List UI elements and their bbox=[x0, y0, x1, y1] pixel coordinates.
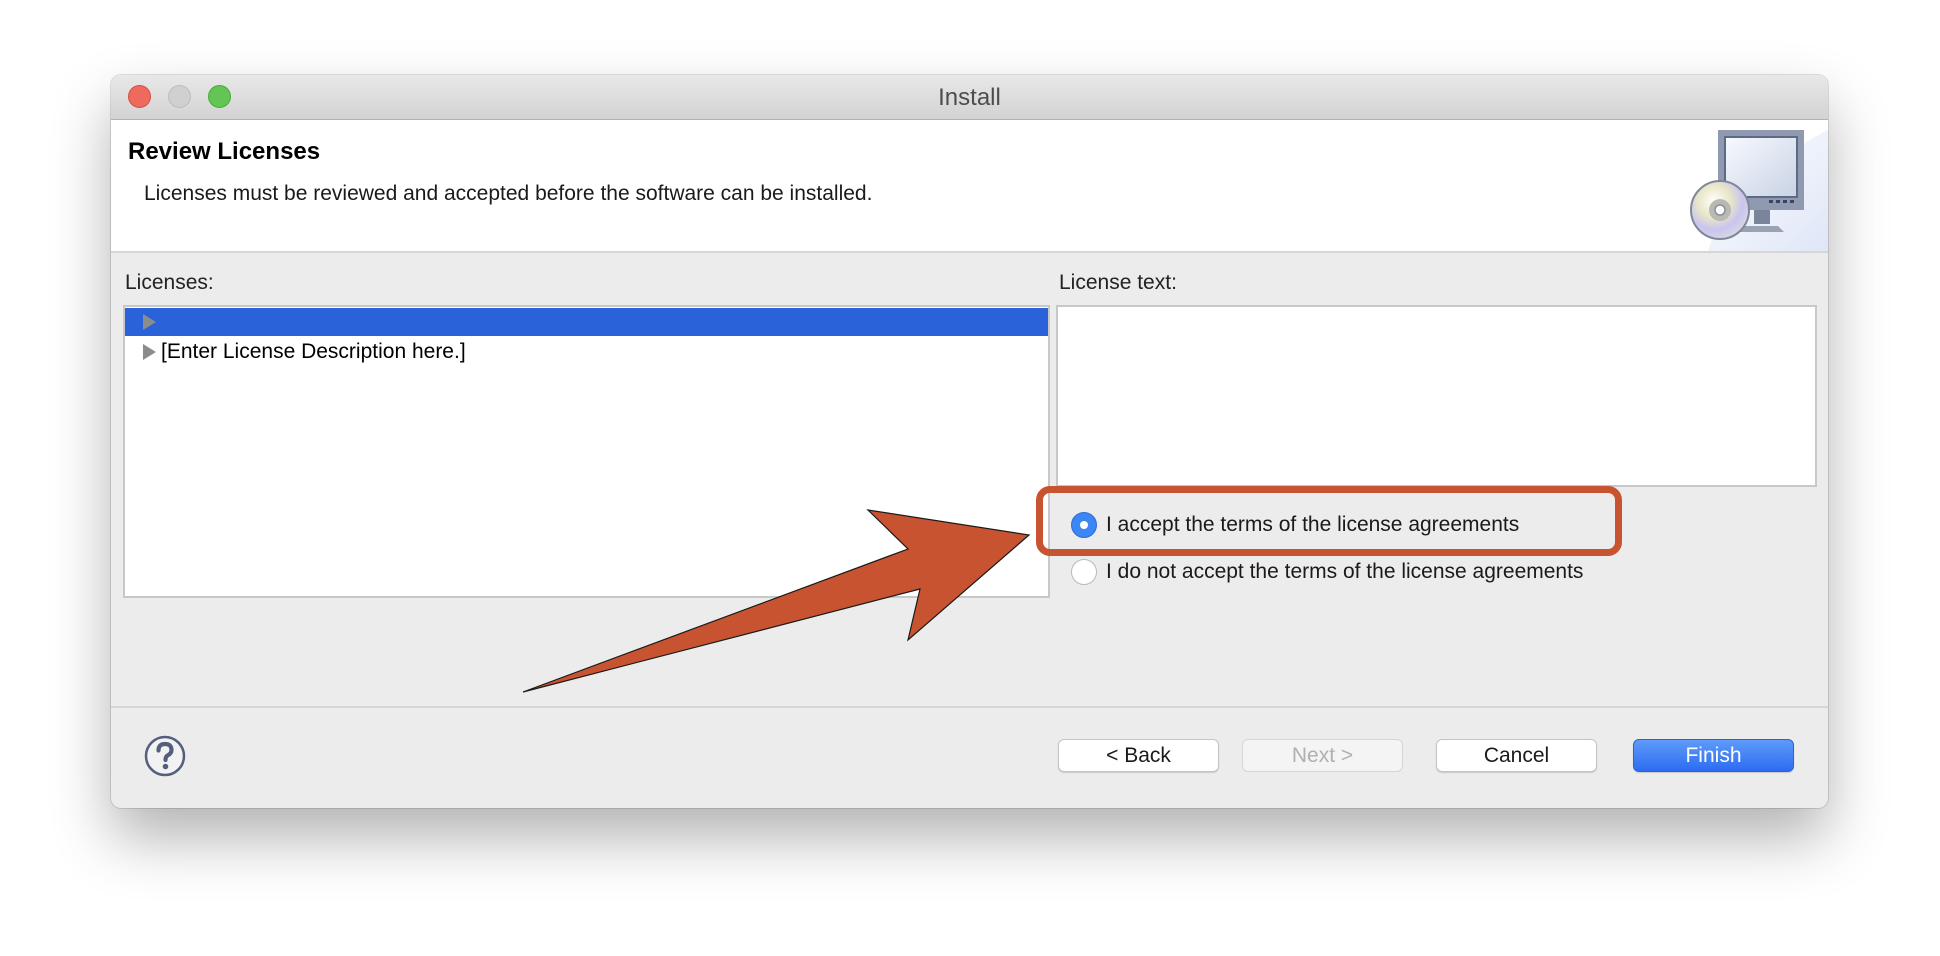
license-text-label: License text: bbox=[1059, 271, 1177, 294]
license-tree-item[interactable] bbox=[125, 308, 1048, 336]
next-button[interactable]: Next > bbox=[1242, 739, 1403, 772]
page-description: Licenses must be reviewed and accepted b… bbox=[144, 182, 873, 205]
finish-button[interactable]: Finish bbox=[1633, 739, 1794, 772]
annotation-highlight-box bbox=[1036, 486, 1622, 556]
wizard-header: Review Licenses Licenses must be reviewe… bbox=[111, 120, 1828, 253]
licenses-label: Licenses: bbox=[125, 271, 214, 294]
window-title: Install bbox=[938, 84, 1001, 111]
decline-radio-button[interactable] bbox=[1071, 559, 1097, 585]
license-text-area[interactable] bbox=[1056, 305, 1817, 487]
triangle-right-icon[interactable] bbox=[143, 314, 156, 330]
license-tree-item-label: [Enter License Description here.] bbox=[161, 340, 466, 363]
footer-divider bbox=[111, 706, 1828, 708]
page-title: Review Licenses bbox=[128, 138, 321, 165]
decline-license-option[interactable]: I do not accept the terms of the license… bbox=[1071, 557, 1583, 587]
decline-radio-label[interactable]: I do not accept the terms of the license… bbox=[1106, 560, 1583, 584]
install-computer-cd-icon bbox=[1690, 130, 1828, 251]
license-tree-item[interactable]: [Enter License Description here.] bbox=[125, 338, 1048, 366]
question-mark-icon[interactable] bbox=[144, 735, 186, 777]
back-button[interactable]: < Back bbox=[1058, 739, 1219, 772]
licenses-tree[interactable]: [Enter License Description here.] bbox=[123, 305, 1050, 598]
install-window: Install Review Licenses Licenses must be… bbox=[111, 75, 1828, 808]
triangle-right-icon[interactable] bbox=[143, 344, 156, 360]
cancel-button[interactable]: Cancel bbox=[1436, 739, 1597, 772]
title-bar[interactable]: Install bbox=[111, 75, 1828, 120]
